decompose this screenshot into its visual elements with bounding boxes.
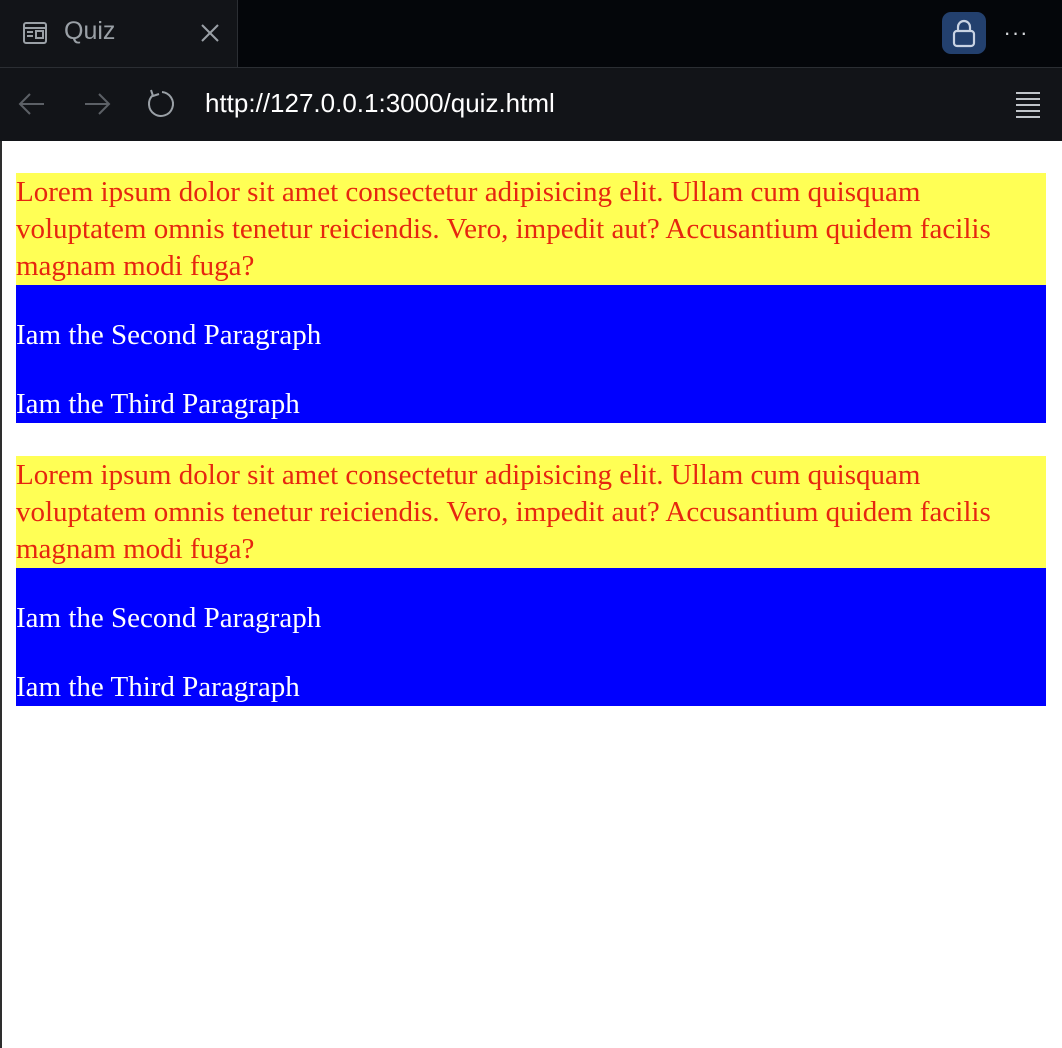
forward-arrow-icon[interactable] xyxy=(79,86,115,122)
menu-icon[interactable] xyxy=(1012,89,1044,121)
third-paragraph: Iam the Third Paragraph xyxy=(16,671,300,703)
address-bar-url[interactable]: http://127.0.0.1:3000/quiz.html xyxy=(205,88,555,119)
lorem-paragraph: Lorem ipsum dolor sit amet consectetur a… xyxy=(16,173,1046,285)
tab-title: Quiz xyxy=(64,17,116,45)
blue-section: Iam the Second Paragraph Iam the Third P… xyxy=(16,568,1046,706)
lock-button[interactable] xyxy=(942,12,986,54)
tab-bar: Quiz ··· xyxy=(0,0,1062,67)
third-paragraph: Iam the Third Paragraph xyxy=(16,388,300,420)
second-paragraph: Iam the Second Paragraph xyxy=(16,319,322,351)
close-icon[interactable] xyxy=(197,20,223,46)
reload-icon[interactable] xyxy=(144,86,180,122)
page-content: Lorem ipsum dolor sit amet consectetur a… xyxy=(16,141,1046,706)
navigation-bar: http://127.0.0.1:3000/quiz.html xyxy=(0,67,1062,141)
more-options-button[interactable]: ··· xyxy=(1000,18,1032,48)
window-edge xyxy=(0,141,2,1048)
lorem-paragraph: Lorem ipsum dolor sit amet consectetur a… xyxy=(16,456,1046,568)
lock-icon xyxy=(952,19,976,48)
back-arrow-icon[interactable] xyxy=(14,86,50,122)
tab-quiz[interactable]: Quiz xyxy=(0,0,238,67)
page-icon xyxy=(23,22,47,44)
blue-section: Iam the Second Paragraph Iam the Third P… xyxy=(16,285,1046,423)
second-paragraph: Iam the Second Paragraph xyxy=(16,602,322,634)
